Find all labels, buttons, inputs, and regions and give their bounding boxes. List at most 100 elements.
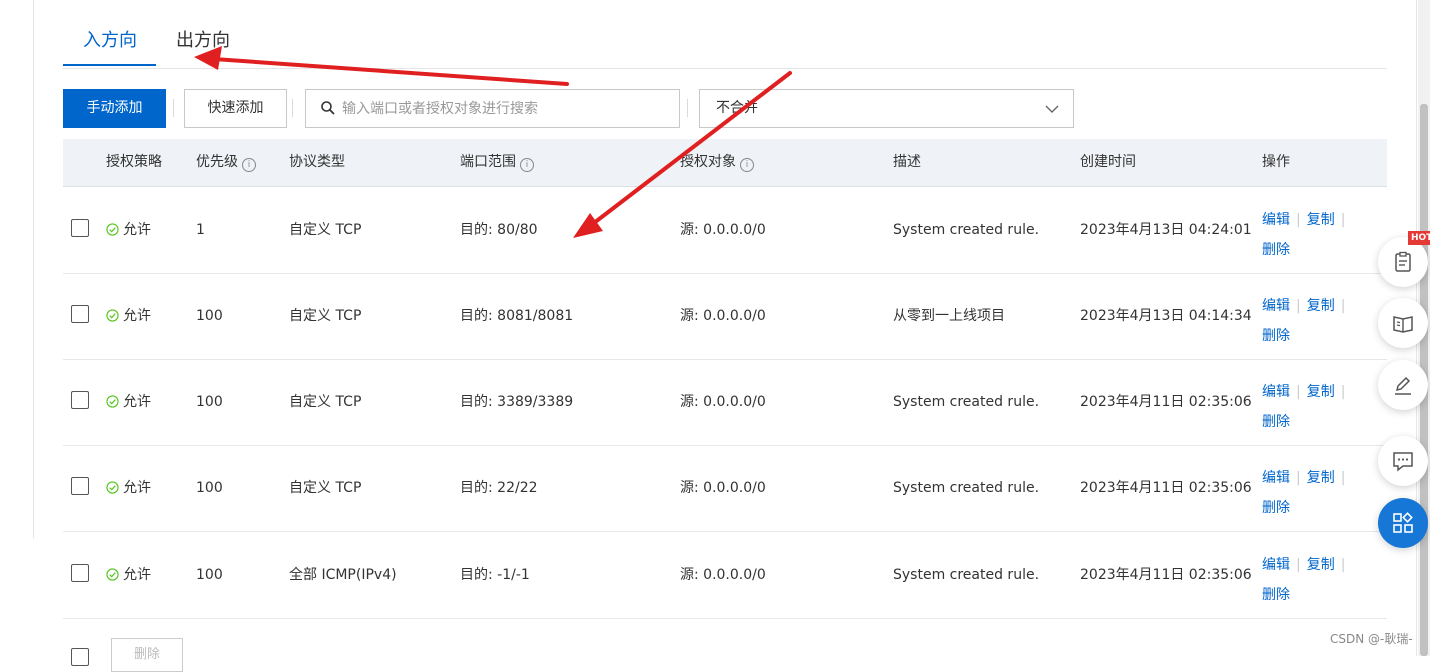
toolbar-divider [292,99,293,117]
table-row: 允许 100 自定义 TCP 目的: 3389/3389 源: 0.0.0.0/… [63,359,1387,446]
copy-link[interactable]: 复制 [1307,470,1335,486]
priority-cell: 100 [196,567,223,583]
manual-add-button[interactable]: 手动添加 [63,89,166,128]
header-auth-object: 授权对象 i [680,139,754,186]
protocol-cell: 自定义 TCP [289,480,362,496]
header-actions: 操作 [1262,154,1290,170]
table-row: 允许 1 自定义 TCP 目的: 80/80 源: 0.0.0.0/0 Syst… [63,187,1387,274]
tab-inbound[interactable]: 入方向 [63,28,156,66]
delete-link[interactable]: 删除 [1262,500,1290,516]
priority-cell: 100 [196,308,223,324]
description-cell: System created rule. [893,480,1040,496]
quick-add-button[interactable]: 快速添加 [184,89,287,128]
copy-link[interactable]: 复制 [1307,212,1335,228]
row-actions: 编辑 | 复制 | 删除 [1262,291,1351,351]
auth-object-cell: 源: 0.0.0.0/0 [680,222,766,238]
port-range-cell: 目的: 8081/8081 [460,308,574,324]
check-circle-icon [106,568,119,581]
bulk-delete-button[interactable]: 删除 [111,638,183,672]
search-box [305,89,680,128]
check-circle-icon [106,223,119,236]
policy-cell: 允许 [106,445,151,531]
row-actions: 编辑 | 复制 | 删除 [1262,550,1351,610]
edit-link[interactable]: 编辑 [1262,557,1290,573]
created-time-cell: 2023年4月11日 02:35:06 [1080,567,1252,583]
row-checkbox[interactable] [71,219,89,237]
search-icon [321,101,335,115]
row-checkbox[interactable] [71,305,89,323]
row-checkbox[interactable] [71,564,89,582]
apps-grid-icon [1393,512,1413,533]
chevron-down-icon [1045,105,1059,113]
direction-tabs: 入方向 出方向 [63,28,1387,69]
action-divider: | [1340,212,1346,228]
search-input[interactable] [342,90,672,127]
tab-outbound[interactable]: 出方向 [176,28,230,66]
watermark: CSDN @-耿瑞- [1330,632,1413,646]
description-cell: System created rule. [893,222,1040,238]
port-range-cell: 目的: 3389/3389 [460,394,574,410]
action-divider: | [1296,470,1301,486]
info-icon[interactable]: i [520,158,534,172]
delete-link[interactable]: 删除 [1262,242,1290,258]
header-priority: 优先级 i [196,139,256,186]
created-time-cell: 2023年4月11日 02:35:06 [1080,394,1252,410]
action-divider: | [1296,384,1301,400]
apps-tool-button[interactable] [1378,498,1428,548]
hot-badge: HOT [1408,231,1430,245]
select-all-checkbox[interactable] [71,648,89,666]
policy-cell: 允许 [106,273,151,359]
row-actions: 编辑 | 复制 | 删除 [1262,205,1351,265]
delete-link[interactable]: 删除 [1262,587,1290,603]
check-circle-icon [106,309,119,322]
description-cell: System created rule. [893,567,1040,583]
protocol-cell: 自定义 TCP [289,308,362,324]
header-policy: 授权策略 [106,154,162,170]
merge-select[interactable]: 不合并 [699,89,1074,128]
policy-cell: 允许 [106,532,151,618]
edit-link[interactable]: 编辑 [1262,298,1290,314]
action-divider: | [1340,557,1346,573]
policy-cell: 允许 [106,187,151,273]
header-created-time: 创建时间 [1080,154,1136,170]
row-checkbox[interactable] [71,477,89,495]
toolbar-divider [173,99,174,117]
row-actions: 编辑 | 复制 | 删除 [1262,377,1351,437]
merge-select-value: 不合并 [716,100,758,116]
priority-cell: 1 [196,222,205,238]
book-icon [1393,316,1413,333]
created-time-cell: 2023年4月11日 02:35:06 [1080,480,1252,496]
edit-link[interactable]: 编辑 [1262,212,1290,228]
priority-cell: 100 [196,480,223,496]
copy-link[interactable]: 复制 [1307,384,1335,400]
row-checkbox[interactable] [71,391,89,409]
content-left-border [33,0,34,538]
info-icon[interactable]: i [740,158,754,172]
info-icon[interactable]: i [242,158,256,172]
copy-link[interactable]: 复制 [1307,298,1335,314]
priority-cell: 100 [196,394,223,410]
delete-link[interactable]: 删除 [1262,328,1290,344]
description-cell: System created rule. [893,394,1040,410]
table-row: 允许 100 自定义 TCP 目的: 22/22 源: 0.0.0.0/0 Sy… [63,445,1387,532]
feedback-tool-button[interactable] [1378,436,1428,486]
created-time-cell: 2023年4月13日 04:24:01 [1080,222,1252,238]
chat-icon [1393,452,1413,472]
table-row: 允许 100 自定义 TCP 目的: 8081/8081 源: 0.0.0.0/… [63,273,1387,360]
delete-link[interactable]: 删除 [1262,414,1290,430]
check-circle-icon [106,395,119,408]
copy-link[interactable]: 复制 [1307,557,1335,573]
docs-tool-button[interactable] [1378,298,1428,348]
check-circle-icon [106,481,119,494]
clipboard-icon [1395,251,1411,272]
port-range-cell: 目的: 80/80 [460,222,538,238]
action-divider: | [1296,298,1301,314]
protocol-cell: 全部 ICMP(IPv4) [289,567,397,583]
edit-link[interactable]: 编辑 [1262,384,1290,400]
action-divider: | [1340,298,1346,314]
edit-tool-button[interactable] [1378,360,1428,410]
table-row: 允许 100 全部 ICMP(IPv4) 目的: -1/-1 源: 0.0.0.… [63,532,1387,619]
edit-link[interactable]: 编辑 [1262,470,1290,486]
port-range-cell: 目的: 22/22 [460,480,538,496]
action-divider: | [1296,557,1301,573]
